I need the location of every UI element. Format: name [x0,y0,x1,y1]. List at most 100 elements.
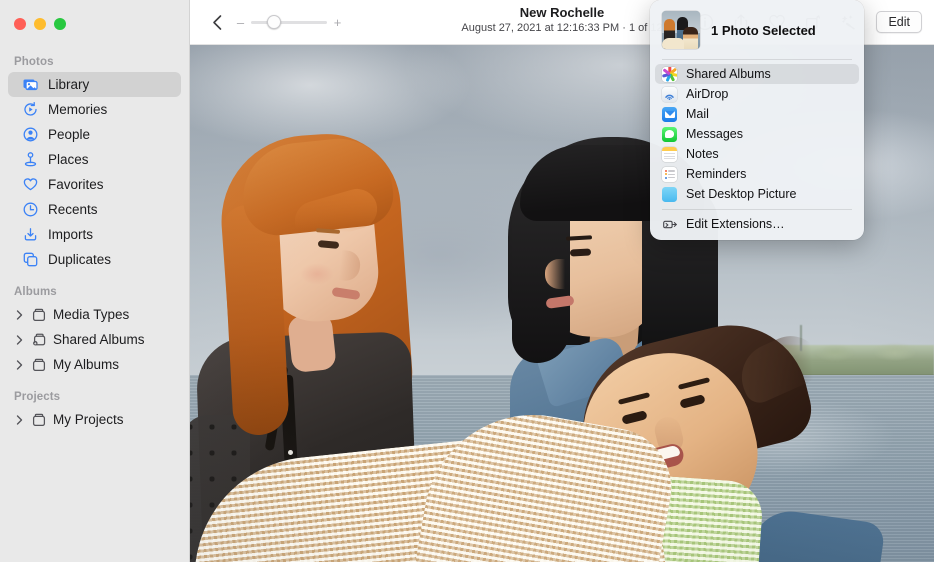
sidebar-item-label: Memories [48,102,107,117]
menu-item-label: AirDrop [686,87,728,101]
chevron-right-icon[interactable] [14,360,24,370]
menu-item-airdrop[interactable]: AirDrop [655,84,859,104]
import-icon [22,226,39,243]
zoom-slider-thumb[interactable] [267,15,281,29]
sidebar-header-projects: Projects [0,391,189,407]
menu-item-label: Mail [686,107,709,121]
sidebar: Photos Library [0,0,190,562]
mail-app-icon [662,107,677,122]
sidebar-item-label: Media Types [53,307,129,322]
places-icon [22,151,39,168]
notes-app-icon [662,147,677,162]
photo-person-left-hair-side [222,204,290,437]
chevron-right-icon[interactable] [14,335,24,345]
zoom-slider-track[interactable] [251,21,327,24]
menu-item-label: Edit Extensions… [686,217,785,231]
popover-title: 1 Photo Selected [711,23,816,38]
sidebar-item-places[interactable]: Places [8,147,181,172]
sidebar-header-albums: Albums [0,286,189,302]
chevron-left-icon [211,14,224,31]
heart-icon [22,176,39,193]
sidebar-item-people[interactable]: People [8,122,181,147]
album-icon [30,356,47,373]
sidebar-item-my-projects[interactable]: My Projects [8,407,181,432]
album-icon [30,411,47,428]
photo-person-left-cheek [300,263,334,285]
extensions-icon [662,217,677,232]
menu-item-label: Set Desktop Picture [686,187,796,201]
sidebar-item-duplicates[interactable]: Duplicates [8,247,181,272]
sidebar-item-label: Places [48,152,89,167]
share-popover: 1 Photo Selected Shared Albums [650,0,864,240]
zoom-in-label[interactable]: + [333,16,342,29]
edit-button[interactable]: Edit [876,11,922,33]
menu-item-label: Reminders [686,167,746,181]
shared-album-icon [30,331,47,348]
sidebar-item-label: Library [48,77,89,92]
photo-person-left-button [288,450,293,455]
sidebar-item-shared-albums[interactable]: Shared Albums [8,327,181,352]
popover-header: 1 Photo Selected [650,0,864,59]
minimize-button[interactable] [34,18,46,30]
sidebar-group-photos: Photos Library [0,56,189,272]
edit-button-label: Edit [888,15,910,29]
menu-item-messages[interactable]: Messages [655,124,859,144]
popover-divider [662,59,852,60]
sidebar-group-albums: Albums Media Types [0,286,189,377]
memories-icon [22,101,39,118]
popover-arrow [746,0,766,1]
sidebar-item-label: My Projects [53,412,124,427]
photo-person-left-neck [287,313,337,373]
sidebar-item-favorites[interactable]: Favorites [8,172,181,197]
menu-item-mail[interactable]: Mail [655,104,859,124]
menu-item-label: Notes [686,147,719,161]
selected-photo-thumbnail [662,11,700,49]
clock-icon [22,201,39,218]
back-button[interactable] [204,9,230,35]
zoom-out-label[interactable]: – [236,16,245,29]
sidebar-item-label: Imports [48,227,93,242]
menu-item-reminders[interactable]: Reminders [655,164,859,184]
sidebar-header-photos: Photos [0,56,189,72]
thumbnail-person-front [683,27,698,49]
chevron-right-icon[interactable] [14,310,24,320]
sidebar-item-media-types[interactable]: Media Types [8,302,181,327]
sidebar-item-label: My Albums [53,357,119,372]
photo-person-center-eye [570,248,591,256]
sidebar-item-library[interactable]: Library [8,72,181,97]
people-icon [22,126,39,143]
window-controls [0,0,189,44]
sidebar-item-memories[interactable]: Memories [8,97,181,122]
sidebar-item-label: Favorites [48,177,104,192]
main-content: – + New Rochelle August 27, 2021 at 12:1… [190,0,934,562]
desktop-icon [662,187,677,202]
sidebar-item-label: Shared Albums [53,332,145,347]
album-icon [30,306,47,323]
close-button[interactable] [14,18,26,30]
popover-divider [662,209,852,210]
photos-window: Photos Library [0,0,934,562]
menu-item-label: Messages [686,127,743,141]
thumbnail-sleeve [662,38,684,49]
menu-item-shared-albums[interactable]: Shared Albums [655,64,859,84]
airdrop-icon [662,87,677,102]
menu-item-edit-extensions[interactable]: Edit Extensions… [655,214,859,234]
menu-item-notes[interactable]: Notes [655,144,859,164]
sidebar-item-recents[interactable]: Recents [8,197,181,222]
library-icon [22,76,39,93]
photos-app-icon [662,67,677,82]
sidebar-item-my-albums[interactable]: My Albums [8,352,181,377]
messages-app-icon [662,127,677,142]
sidebar-item-label: Recents [48,202,98,217]
menu-item-label: Shared Albums [686,67,771,81]
zoom-button[interactable] [54,18,66,30]
menu-item-set-desktop-picture[interactable]: Set Desktop Picture [655,184,859,204]
chevron-right-icon[interactable] [14,415,24,425]
sidebar-item-label: People [48,127,90,142]
sidebar-item-imports[interactable]: Imports [8,222,181,247]
sidebar-item-label: Duplicates [48,252,111,267]
photo-person-center-nose [545,259,565,289]
reminders-app-icon [662,167,677,182]
zoom-slider[interactable]: – + [236,16,342,29]
sidebar-group-projects: Projects My Projects [0,391,189,432]
